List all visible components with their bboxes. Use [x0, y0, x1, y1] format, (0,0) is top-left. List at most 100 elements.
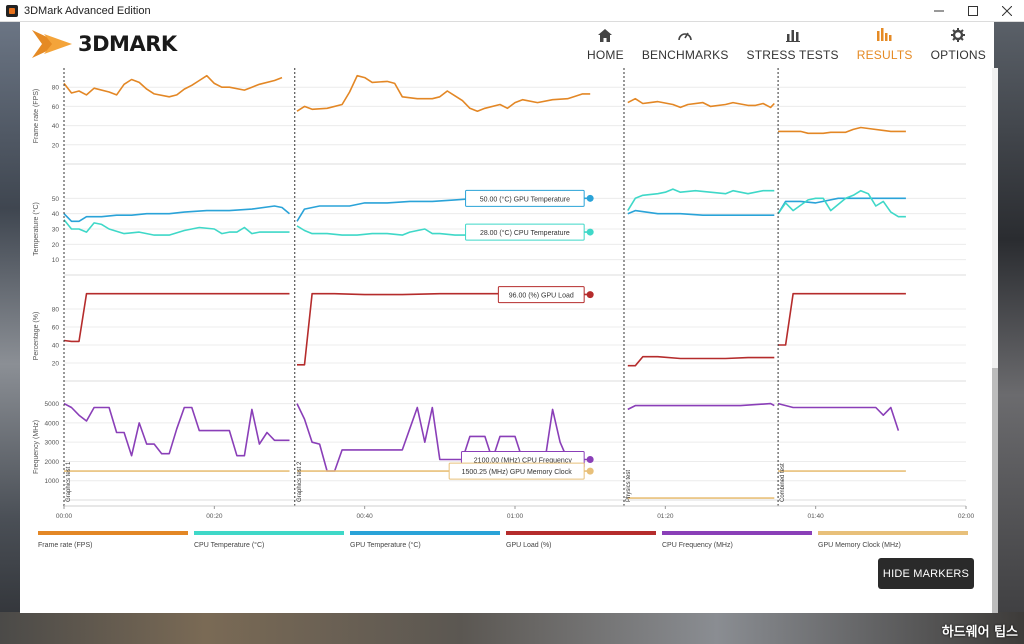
chart-panel: 1000 2000 3000 4000 5000 Frequency (MHz) [33, 401, 966, 501]
x-tick-label: 00:20 [206, 513, 223, 520]
minimize-icon [934, 10, 944, 12]
app-icon [6, 4, 18, 17]
y-tick-label: 20 [52, 361, 60, 368]
tooltip: 28.00 (°C) CPU Temperature [465, 223, 594, 241]
nav-options-label: OPTIONS [930, 48, 986, 62]
nav-options[interactable]: OPTIONS [923, 26, 994, 62]
main-nav: HOME BENCHMARKS STRESS TESTS RESULTS OPT… [577, 26, 994, 62]
bar-chart-icon [785, 26, 800, 44]
y-axis-label: Temperature (°C) [32, 202, 40, 256]
x-tick-label: 01:00 [507, 513, 524, 520]
x-tick-label: 00:00 [56, 513, 73, 520]
monitoring-chart: 20 40 60 80 Frame rate (FPS) 10 20 30 40 50 Temper… [32, 68, 975, 520]
x-tick-label: 01:40 [808, 513, 825, 520]
tooltip-dot [586, 467, 594, 475]
series-line [627, 209, 775, 216]
chart-panel: 20 40 60 80 Percentage (%) [33, 292, 966, 382]
tooltip-text: 50.00 (°C) GPU Temperature [480, 195, 570, 203]
legend-label: GPU Memory Clock (MHz) [818, 542, 901, 549]
legend-item-gpu-load[interactable]: GPU Load (%) [506, 531, 656, 549]
series-line [627, 188, 775, 212]
series-line [627, 402, 775, 411]
legend-item-gpu-temperature[interactable]: GPU Temperature (°C) [350, 531, 500, 549]
hide-markers-button[interactable]: HIDE MARKERS [878, 558, 974, 589]
y-tick-label: 60 [52, 104, 60, 111]
series-line [63, 74, 283, 98]
legend-label: GPU Temperature (°C) [350, 542, 421, 549]
legend-label: GPU Load (%) [506, 542, 552, 549]
gear-icon [951, 26, 966, 44]
y-tick-label: 30 [52, 227, 60, 234]
legend-item-cpu-temperature[interactable]: CPU Temperature (°C) [194, 531, 344, 549]
nav-results[interactable]: RESULTS [849, 26, 921, 62]
minimize-button[interactable] [922, 0, 956, 22]
y-tick-label: 60 [52, 325, 60, 332]
close-button[interactable] [990, 0, 1024, 22]
watermark: 하드웨어 팁스 [941, 625, 1018, 640]
legend-swatch [662, 531, 812, 535]
y-axis-label: Percentage (%) [33, 312, 40, 361]
test-marker-label: Combined test [780, 463, 786, 502]
test-marker-label: Physics test [626, 470, 632, 502]
home-icon [598, 26, 613, 44]
window-title: 3DMark Advanced Edition [24, 4, 151, 17]
series-line [778, 292, 906, 346]
legend-swatch [818, 531, 968, 535]
scrollbar-thumb[interactable] [992, 368, 998, 613]
nav-stress-tests[interactable]: STRESS TESTS [739, 26, 847, 62]
y-tick-label: 4000 [45, 420, 60, 427]
y-tick-label: 40 [52, 123, 60, 130]
nav-results-label: RESULTS [856, 48, 913, 62]
y-tick-label: 40 [52, 343, 60, 350]
series-line [296, 74, 591, 113]
results-icon [876, 26, 893, 44]
tooltip-text: 1500.25 (MHz) GPU Memory Clock [462, 469, 573, 476]
logo: 3DMARK [32, 30, 177, 58]
tooltip-dot [586, 291, 594, 299]
vertical-scrollbar[interactable] [992, 68, 998, 613]
desktop-background-bottom [0, 612, 1024, 644]
tooltip: 96.00 (%) GPU Load [497, 286, 594, 304]
y-tick-label: 40 [52, 211, 60, 218]
tooltip-dot [586, 194, 594, 202]
nav-home-label: HOME [587, 48, 624, 62]
y-tick-label: 20 [52, 242, 60, 249]
chart-legend: Frame rate (FPS) CPU Temperature (°C) GP… [38, 531, 974, 555]
nav-benchmarks[interactable]: BENCHMARKS [634, 26, 737, 62]
maximize-icon [968, 6, 978, 16]
series-line [297, 292, 591, 366]
y-axis-label: Frequency (MHz) [33, 420, 40, 474]
logo-mark-icon [32, 30, 72, 58]
series-line [777, 402, 900, 431]
x-tick-label: 02:00 [958, 513, 975, 520]
series-line [627, 355, 775, 367]
logo-text: 3DMARK [78, 32, 177, 56]
legend-swatch [506, 531, 656, 535]
y-tick-label: 1000 [45, 478, 60, 485]
legend-item-gpu-memory-clock[interactable]: GPU Memory Clock (MHz) [818, 531, 968, 549]
y-tick-label: 80 [52, 85, 60, 92]
window-titlebar: 3DMark Advanced Edition [0, 0, 1024, 22]
close-icon [1002, 6, 1012, 16]
legend-item-cpu-frequency[interactable]: CPU Frequency (MHz) [662, 531, 812, 549]
y-tick-label: 10 [52, 257, 60, 264]
tooltip-dot [586, 228, 594, 236]
series-line [777, 189, 906, 218]
legend-item-fps[interactable]: Frame rate (FPS) [38, 531, 188, 549]
maximize-button[interactable] [956, 0, 990, 22]
gauge-icon [677, 26, 693, 44]
series-line [63, 402, 290, 457]
x-tick-label: 01:20 [657, 513, 674, 520]
nav-home[interactable]: HOME [579, 26, 632, 62]
legend-label: Frame rate (FPS) [38, 542, 93, 549]
y-tick-label: 20 [52, 142, 60, 149]
x-tick-label: 00:40 [357, 513, 374, 520]
y-axis-label: Frame rate (FPS) [33, 89, 40, 143]
tooltip-text: 96.00 (%) GPU Load [509, 293, 574, 300]
test-marker-label: Graphics test 1 [66, 461, 72, 502]
tooltip: 50.00 (°C) GPU Temperature [465, 189, 594, 207]
y-tick-label: 80 [52, 307, 60, 314]
desktop-background-left [0, 22, 20, 644]
tooltip-dot [586, 456, 594, 464]
series-line [63, 292, 290, 343]
